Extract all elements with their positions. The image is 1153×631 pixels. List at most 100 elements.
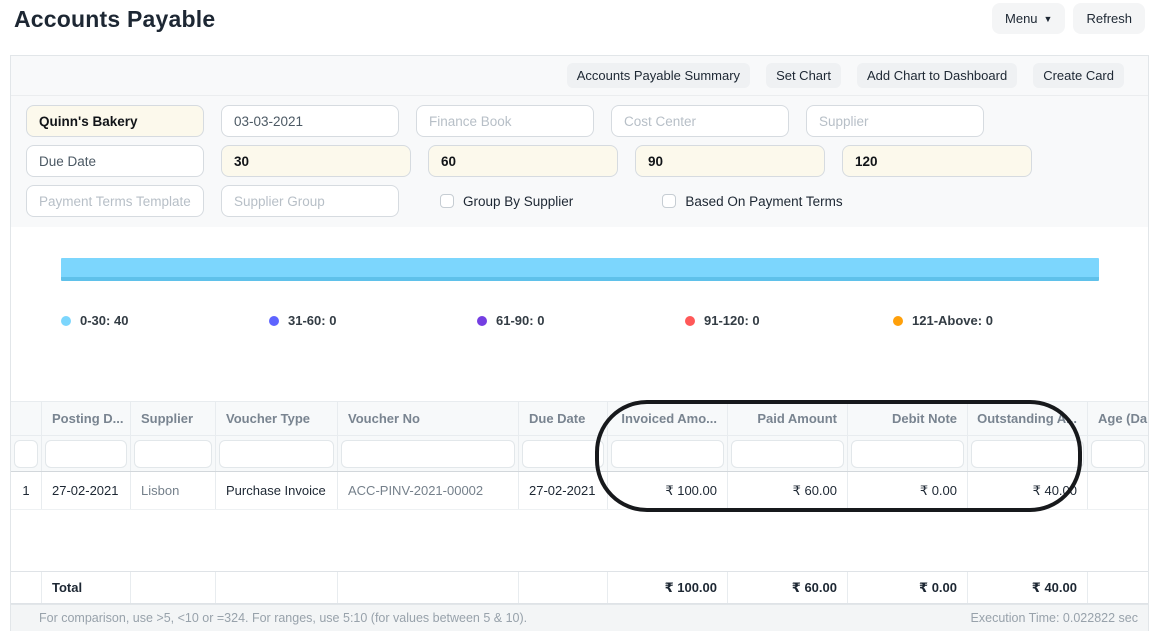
header-rownum xyxy=(11,402,42,435)
filter-debit-note-input[interactable] xyxy=(851,440,964,468)
filter-row-1 xyxy=(26,105,1148,137)
cell-posting-date: 27-02-2021 xyxy=(42,472,131,509)
execution-time: Execution Time: 0.022822 sec xyxy=(971,611,1138,625)
legend-label: 0-30: 40 xyxy=(80,313,128,328)
set-chart-button[interactable]: Set Chart xyxy=(766,63,841,88)
legend-dot-icon xyxy=(269,316,279,326)
page-header: Accounts Payable Menu ▼ Refresh xyxy=(0,0,1153,55)
filter-voucher-type-input[interactable] xyxy=(219,440,334,468)
header-voucher-type[interactable]: Voucher Type xyxy=(216,402,338,435)
legend-item-61-90: 61-90: 0 xyxy=(477,313,685,328)
legend-item-31-60: 31-60: 0 xyxy=(269,313,477,328)
cell-voucher-type: Purchase Invoice xyxy=(216,472,338,509)
legend-label: 31-60: 0 xyxy=(288,313,336,328)
finance-book-filter[interactable] xyxy=(416,105,594,137)
total-label: Total xyxy=(42,572,131,603)
ageing-chart: 0-30: 40 31-60: 0 61-90: 0 91-120: 0 121… xyxy=(11,227,1148,401)
legend-dot-icon xyxy=(61,316,71,326)
table-empty-area xyxy=(11,510,1148,571)
filter-due-date-input[interactable] xyxy=(522,440,604,468)
filter-outstanding-amount-input[interactable] xyxy=(971,440,1084,468)
filter-rownum-input[interactable] xyxy=(14,440,38,468)
group-by-supplier-option: Group By Supplier xyxy=(440,194,573,209)
ageing-range-1-filter[interactable] xyxy=(221,145,411,177)
menu-button[interactable]: Menu ▼ xyxy=(992,3,1065,34)
filter-section: Group By Supplier Based On Payment Terms xyxy=(11,96,1148,227)
filter-voucher-no-input[interactable] xyxy=(341,440,515,468)
table-row[interactable]: 1 27-02-2021 Lisbon Purchase Invoice ACC… xyxy=(11,472,1148,510)
total-invoiced-amount: ₹ 100.00 xyxy=(608,572,728,603)
ageing-based-on-filter[interactable] xyxy=(26,145,204,177)
header-invoiced-amount[interactable]: Invoiced Amo... xyxy=(608,402,728,435)
total-paid-amount: ₹ 60.00 xyxy=(728,572,848,603)
table-filter-row xyxy=(11,436,1148,472)
refresh-button[interactable]: Refresh xyxy=(1073,3,1145,34)
report-table: Posting D... Supplier Voucher Type Vouch… xyxy=(11,401,1148,604)
header-voucher-no[interactable]: Voucher No xyxy=(338,402,519,435)
accounts-payable-summary-button[interactable]: Accounts Payable Summary xyxy=(567,63,750,88)
supplier-filter[interactable] xyxy=(806,105,984,137)
payment-terms-template-filter[interactable] xyxy=(26,185,204,217)
table-header-row: Posting D... Supplier Voucher Type Vouch… xyxy=(11,401,1148,436)
total-debit-note: ₹ 0.00 xyxy=(848,572,968,603)
legend-label: 121-Above: 0 xyxy=(912,313,993,328)
group-by-supplier-label: Group By Supplier xyxy=(463,194,573,209)
based-on-payment-terms-checkbox[interactable] xyxy=(662,194,676,208)
cell-due-date: 27-02-2021 xyxy=(519,472,608,509)
company-filter[interactable] xyxy=(26,105,204,137)
legend-dot-icon xyxy=(893,316,903,326)
header-due-date[interactable]: Due Date xyxy=(519,402,608,435)
filter-row-3: Group By Supplier Based On Payment Terms xyxy=(26,185,1148,217)
comparison-hint: For comparison, use >5, <10 or =324. For… xyxy=(39,611,527,625)
total-outstanding-amount: ₹ 40.00 xyxy=(968,572,1088,603)
cell-outstanding-amount: ₹ 40.00 xyxy=(968,472,1088,509)
header-outstanding-amount[interactable]: Outstanding A... xyxy=(968,402,1088,435)
legend-item-91-120: 91-120: 0 xyxy=(685,313,893,328)
based-on-payment-terms-option: Based On Payment Terms xyxy=(662,194,842,209)
filter-posting-date-input[interactable] xyxy=(45,440,127,468)
legend-label: 61-90: 0 xyxy=(496,313,544,328)
add-chart-to-dashboard-button[interactable]: Add Chart to Dashboard xyxy=(857,63,1017,88)
ageing-range-4-filter[interactable] xyxy=(842,145,1032,177)
report-toolbar: Accounts Payable Summary Set Chart Add C… xyxy=(11,56,1148,96)
chart-legend: 0-30: 40 31-60: 0 61-90: 0 91-120: 0 121… xyxy=(61,313,1101,328)
cell-invoiced-amount: ₹ 100.00 xyxy=(608,472,728,509)
header-actions: Menu ▼ Refresh xyxy=(992,3,1145,34)
ageing-range-3-filter[interactable] xyxy=(635,145,825,177)
filter-invoiced-amount-input[interactable] xyxy=(611,440,724,468)
cost-center-filter[interactable] xyxy=(611,105,789,137)
header-posting-date[interactable]: Posting D... xyxy=(42,402,131,435)
supplier-group-filter[interactable] xyxy=(221,185,399,217)
table-total-row: Total ₹ 100.00 ₹ 60.00 ₹ 0.00 ₹ 40.00 xyxy=(11,571,1148,604)
legend-label: 91-120: 0 xyxy=(704,313,760,328)
cell-voucher-no[interactable]: ACC-PINV-2021-00002 xyxy=(338,472,519,509)
create-card-button[interactable]: Create Card xyxy=(1033,63,1124,88)
cell-age-days xyxy=(1088,472,1148,509)
header-supplier[interactable]: Supplier xyxy=(131,402,216,435)
chart-bar-0-30[interactable] xyxy=(61,258,1099,281)
menu-button-label: Menu xyxy=(1005,11,1038,26)
cell-rownum: 1 xyxy=(11,472,42,509)
report-container: Accounts Payable Summary Set Chart Add C… xyxy=(10,55,1149,631)
legend-dot-icon xyxy=(477,316,487,326)
header-debit-note[interactable]: Debit Note xyxy=(848,402,968,435)
based-on-payment-terms-label: Based On Payment Terms xyxy=(685,194,842,209)
page-title: Accounts Payable xyxy=(14,6,215,33)
legend-dot-icon xyxy=(685,316,695,326)
filter-row-2 xyxy=(26,145,1148,177)
cell-supplier[interactable]: Lisbon xyxy=(131,472,216,509)
filter-age-input[interactable] xyxy=(1091,440,1145,468)
cell-paid-amount: ₹ 60.00 xyxy=(728,472,848,509)
header-paid-amount[interactable]: Paid Amount xyxy=(728,402,848,435)
header-age-days[interactable]: Age (Da... xyxy=(1088,402,1148,435)
legend-item-121-above: 121-Above: 0 xyxy=(893,313,1101,328)
filter-paid-amount-input[interactable] xyxy=(731,440,844,468)
group-by-supplier-checkbox[interactable] xyxy=(440,194,454,208)
legend-item-0-30: 0-30: 40 xyxy=(61,313,269,328)
cell-debit-note: ₹ 0.00 xyxy=(848,472,968,509)
chevron-down-icon: ▼ xyxy=(1044,15,1053,24)
report-date-filter[interactable] xyxy=(221,105,399,137)
ageing-range-2-filter[interactable] xyxy=(428,145,618,177)
report-footer: For comparison, use >5, <10 or =324. For… xyxy=(11,604,1148,631)
filter-supplier-input[interactable] xyxy=(134,440,212,468)
